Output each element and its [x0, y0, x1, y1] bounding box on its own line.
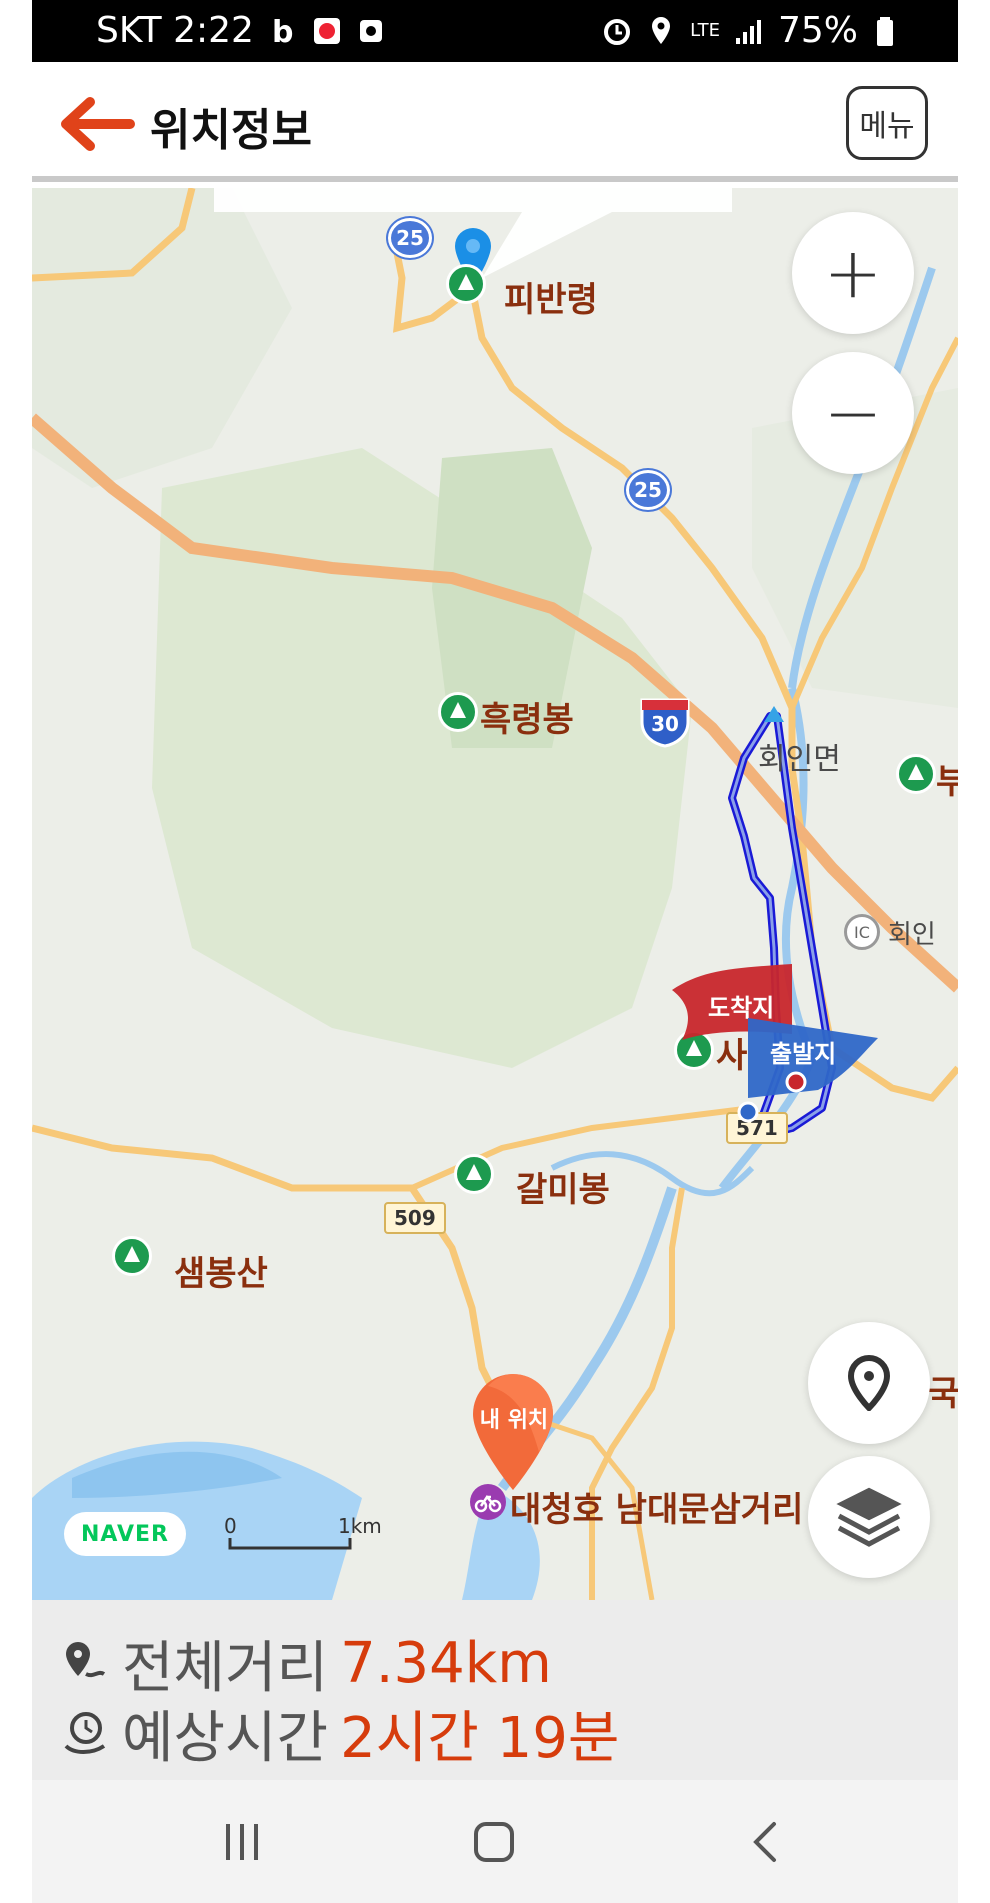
carrier-time: SKT 2:22 — [96, 10, 254, 51]
road — [32, 1124, 516, 1469]
mountain-icon — [112, 1236, 152, 1276]
menu-button[interactable]: 메뉴 — [846, 86, 928, 160]
battery-icon — [877, 16, 893, 46]
terrain-area — [32, 188, 292, 488]
departure-point-icon — [737, 1101, 759, 1123]
home-icon — [474, 1822, 514, 1862]
back-button[interactable] — [734, 1810, 798, 1874]
signal-icon — [735, 19, 761, 44]
label-partial-bu: 부 — [936, 762, 958, 802]
label-partial-guk: 국 — [928, 1374, 958, 1414]
location-status-icon — [652, 16, 671, 44]
layers-button[interactable] — [808, 1456, 930, 1578]
mountain-icon — [438, 692, 478, 732]
location-pin-icon — [847, 1355, 891, 1411]
bicycle-poi-icon — [470, 1484, 506, 1520]
recent-apps-icon — [226, 1824, 258, 1860]
label-saembongsan: 샘봉산 — [174, 1254, 268, 1294]
mountain-icon — [896, 754, 936, 794]
label-heukryeongbong: 흑령봉 — [480, 700, 574, 740]
svg-text:b: b — [272, 15, 293, 48]
app-frame: SKT 2:22 b LTE 75% 위치정보 메뉴 25 25 30 509 … — [32, 0, 958, 1903]
route-25-shield: 25 — [388, 218, 432, 258]
system-navigation-bar — [32, 1780, 958, 1903]
app-b-icon: b — [272, 15, 293, 48]
app-notification-icon — [313, 17, 340, 44]
page-title: 위치정보 — [150, 105, 312, 156]
forest-area — [152, 448, 692, 1068]
back-arrow-icon[interactable] — [52, 88, 138, 160]
alarm-icon — [604, 18, 631, 45]
label-daecheongho: 대청호 남대문삼거리 — [510, 1490, 804, 1530]
scale-unit-label: 1km — [338, 1514, 382, 1538]
recent-apps-button[interactable] — [210, 1810, 274, 1874]
route-summary-panel: 전체거리 7.34km 예상시간 2시간 19분 — [32, 1600, 958, 1780]
road — [589, 1187, 685, 1600]
label-pibanryeong: 피반령 — [504, 280, 598, 320]
scale-zero-label: 0 — [224, 1514, 237, 1538]
distance-label: 전체거리 — [122, 1635, 329, 1701]
label-galmibong: 갈미봉 — [516, 1170, 610, 1210]
time-value: 2시간 19분 — [340, 1705, 620, 1771]
expressway-30-number: 30 — [651, 712, 679, 736]
map-view[interactable]: 25 25 30 509 571 피반령 흑령봉 회인면 부 IC 회인 사 갈… — [32, 188, 958, 1600]
arrival-point-icon — [785, 1071, 807, 1093]
status-bar: SKT 2:22 b LTE 75% — [32, 0, 958, 62]
home-button[interactable] — [462, 1810, 526, 1874]
mountain-icon — [454, 1154, 494, 1194]
status-left: SKT 2:22 b — [96, 10, 386, 51]
label-hoein-myeon: 회인면 — [758, 742, 841, 777]
departure-flag-label: 출발지 — [770, 1040, 837, 1068]
ic-badge: IC — [844, 914, 880, 950]
back-icon — [753, 1822, 776, 1862]
naver-logo: NAVER — [64, 1512, 186, 1556]
distance-row: 전체거리 7.34km — [60, 1628, 552, 1701]
zoom-out-button[interactable]: − — [792, 352, 914, 474]
mountain-icon — [446, 264, 486, 304]
route-25-shield: 25 — [626, 470, 670, 510]
current-location-button[interactable] — [808, 1322, 930, 1444]
time-label: 예상시간 — [122, 1705, 329, 1771]
route-509-label: 509 — [384, 1202, 446, 1234]
my-location-label: 내 위치 — [479, 1408, 549, 1433]
layers-icon — [829, 1484, 909, 1547]
zoom-in-button[interactable]: + — [792, 212, 914, 334]
distance-icon — [66, 1642, 106, 1678]
app-header: 위치정보 메뉴 — [32, 62, 958, 182]
status-right: LTE 75% — [602, 10, 902, 51]
screen-record-icon — [359, 19, 382, 42]
time-row: 예상시간 2시간 19분 — [60, 1698, 619, 1771]
label-hoein-ic: 회인 — [888, 920, 936, 950]
time-icon — [64, 1712, 106, 1754]
battery-percent: 75% — [777, 10, 858, 51]
network-type: LTE — [690, 19, 720, 41]
distance-value: 7.34km — [340, 1630, 552, 1696]
